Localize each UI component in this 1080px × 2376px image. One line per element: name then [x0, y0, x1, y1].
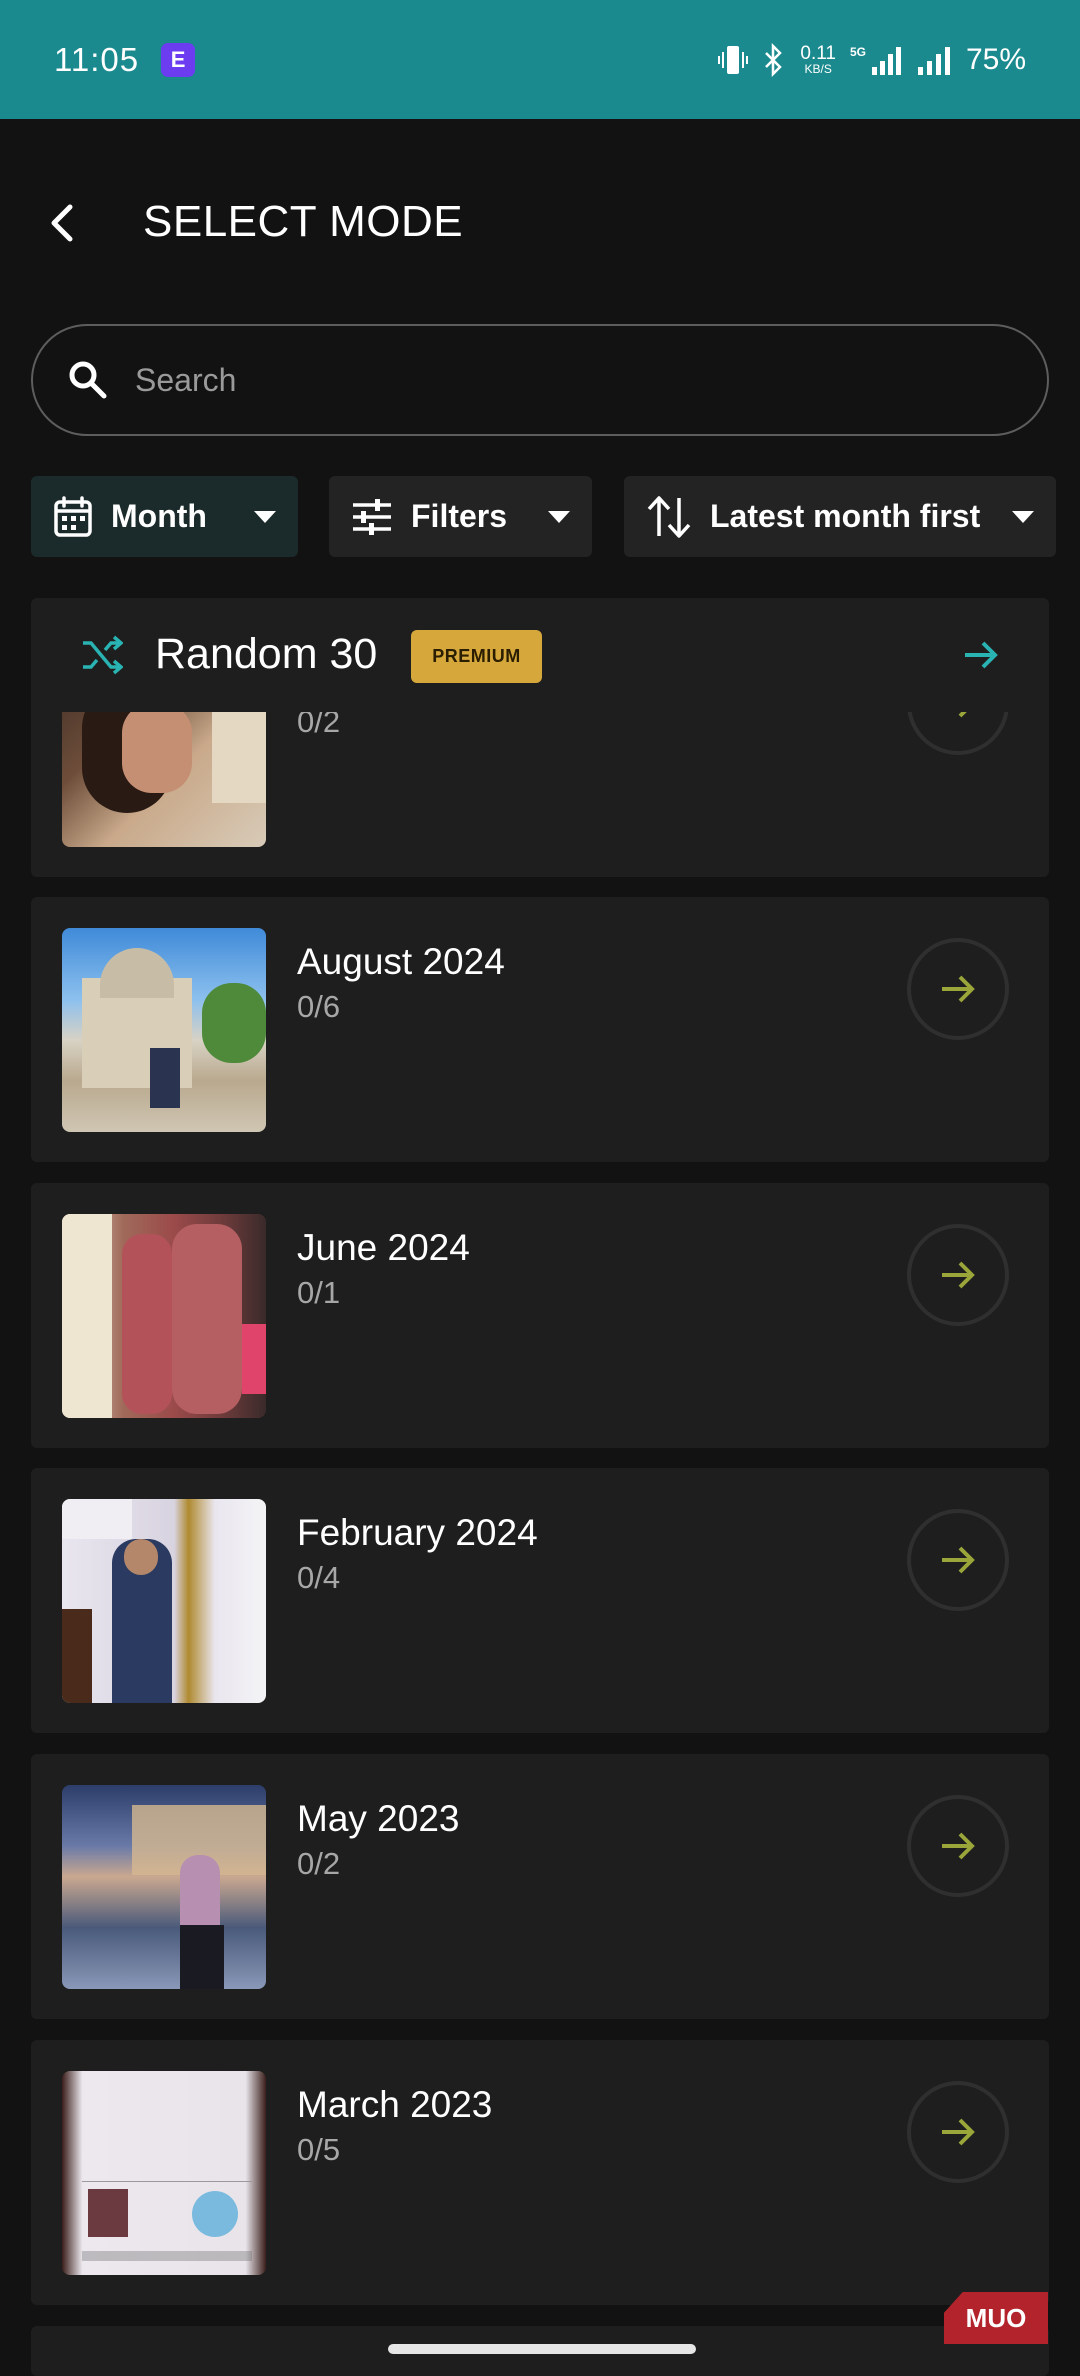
group-by-label: Month — [111, 498, 207, 534]
status-time: 11:05 — [54, 40, 140, 78]
month-count: 0/2 — [297, 1846, 341, 1881]
open-month-button[interactable] — [907, 2081, 1009, 2183]
month-title: June 2024 — [297, 1227, 470, 1268]
search-icon — [69, 361, 107, 399]
caret-down-icon — [1012, 510, 1034, 523]
chevron-left-icon — [51, 204, 73, 242]
month-title: February 2024 — [297, 1512, 538, 1553]
signal-icon — [917, 46, 950, 75]
month-title: March 2023 — [297, 2084, 493, 2125]
sliders-icon — [353, 498, 391, 535]
month-title: May 2023 — [297, 1798, 460, 1839]
month-card[interactable]: February 2024 0/4 — [31, 1468, 1049, 1733]
arrow-right-icon — [942, 1546, 975, 1574]
month-title: August 2024 — [297, 941, 505, 982]
open-month-button[interactable] — [907, 938, 1009, 1040]
month-thumbnail — [62, 1499, 266, 1703]
open-month-button[interactable] — [907, 1509, 1009, 1611]
sort-chip[interactable]: Latest month first — [624, 476, 1056, 557]
watermark-logo: MUO — [944, 2292, 1048, 2344]
calendar-icon — [54, 495, 92, 537]
sort-arrows-icon — [647, 495, 691, 538]
bluetooth-icon — [765, 42, 783, 77]
filters-chip[interactable]: Filters — [329, 476, 592, 557]
page-title: SELECT MODE — [143, 197, 464, 246]
month-count: 0/5 — [297, 2132, 341, 2167]
shuffle-icon — [83, 635, 123, 675]
signal-5g-icon: 5G — [850, 45, 901, 75]
month-thumbnail — [62, 2071, 266, 2275]
month-count: 0/6 — [297, 989, 341, 1024]
month-count: 0/4 — [297, 1560, 341, 1595]
caret-down-icon — [254, 510, 276, 523]
arrow-right-icon — [942, 975, 975, 1003]
caret-down-icon — [548, 510, 570, 523]
month-thumbnail — [62, 928, 266, 1132]
random-30-row[interactable]: Random 30 PREMIUM — [31, 598, 1049, 712]
random-title: Random 30 — [155, 630, 378, 678]
search-input[interactable] — [135, 361, 995, 399]
month-card[interactable]: June 2024 0/1 — [31, 1183, 1049, 1448]
home-indicator[interactable] — [388, 2344, 696, 2354]
app-notification-icon: E — [161, 42, 196, 77]
search-bar[interactable] — [31, 324, 1049, 436]
arrow-right-icon — [942, 1261, 975, 1289]
status-icons: 0.11 KB/S 5G 75% — [718, 42, 1026, 77]
back-button[interactable] — [38, 199, 86, 247]
premium-badge: PREMIUM — [411, 630, 542, 683]
arrow-right-icon — [965, 641, 998, 669]
month-thumbnail — [62, 1214, 266, 1418]
arrow-right-icon — [942, 2118, 975, 2146]
month-card[interactable]: August 2024 0/6 — [31, 897, 1049, 1162]
status-bar: 11:05 E 0.11 KB/S 5G 75% — [0, 0, 1080, 119]
net-speed: 0.11 KB/S — [800, 43, 836, 76]
month-thumbnail — [62, 1785, 266, 1989]
open-month-button[interactable] — [907, 1224, 1009, 1326]
filters-label: Filters — [411, 498, 508, 534]
month-card[interactable]: May 2023 0/2 — [31, 1754, 1049, 2019]
open-month-button[interactable] — [907, 1795, 1009, 1897]
header: SELECT MODE — [0, 119, 1080, 334]
group-by-month-chip[interactable]: Month — [31, 476, 298, 557]
month-card[interactable]: March 2023 0/5 — [31, 2040, 1049, 2305]
sort-label: Latest month first — [710, 498, 981, 534]
month-count: 0/1 — [297, 1275, 341, 1310]
vibrate-icon — [718, 45, 749, 74]
battery-percent: 75% — [965, 42, 1026, 76]
svg-text:5G: 5G — [850, 45, 866, 59]
arrow-right-icon — [942, 1832, 975, 1860]
